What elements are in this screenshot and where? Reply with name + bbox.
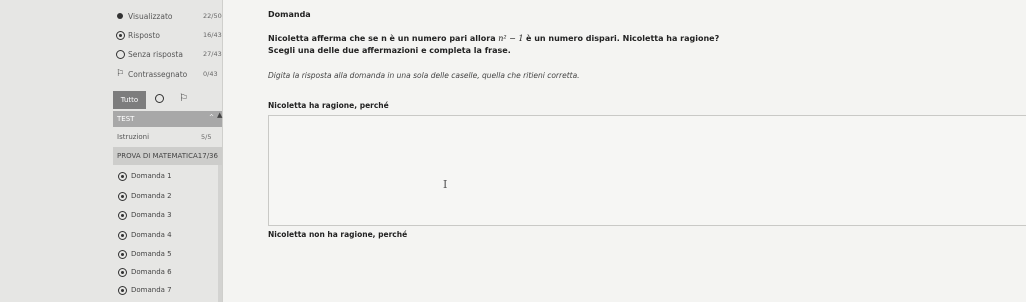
empty-dot-icon xyxy=(155,94,164,103)
answer-instruction: Digita la risposta alla domanda in una s… xyxy=(268,71,580,80)
question-item-6[interactable]: Domanda 6 xyxy=(113,263,222,281)
scroll-up-arrow-icon[interactable]: ▲ xyxy=(217,111,222,119)
question-item-5[interactable]: Domanda 5 xyxy=(113,245,222,263)
legend-unanswered-label: Senza risposta xyxy=(128,49,183,59)
question-item-label: Domanda 5 xyxy=(131,250,172,258)
question-item-label: Domanda 1 xyxy=(131,172,172,180)
legend-flagged-label: Contrassegnato xyxy=(128,69,188,79)
question-panel: Domanda Nicoletta afferma che se n è un … xyxy=(223,0,1026,302)
section-label: PROVA DI MATEMATICA17/36 xyxy=(117,152,218,160)
target-dot-icon xyxy=(118,191,127,201)
flag-icon: ⚐ xyxy=(179,93,188,104)
question-item-label: Domanda 3 xyxy=(131,211,172,219)
legend-viewed-count: 22/50 xyxy=(203,12,222,20)
text-cursor-icon: I xyxy=(443,178,448,191)
question-item-label: Domanda 4 xyxy=(131,231,172,239)
question-text: Nicoletta afferma che se n è un numero p… xyxy=(268,34,1008,43)
question-text-start: Nicoletta afferma che se n è un numero p… xyxy=(268,34,496,43)
empty-dot-icon xyxy=(115,49,125,59)
answer-agree-label: Nicoletta ha ragione, perché xyxy=(268,101,389,110)
question-item-7[interactable]: Domanda 7 xyxy=(113,281,222,299)
sidebar-scrollbar[interactable] xyxy=(218,165,222,302)
question-title: Domanda xyxy=(268,10,311,19)
legend-unanswered: Senza risposta 27/43 xyxy=(0,45,222,63)
legend-answered: Risposto 16/43 xyxy=(0,26,222,44)
question-text-end: è un numero dispari. Nicoletta ha ragion… xyxy=(525,34,720,43)
legend-answered-label: Risposto xyxy=(128,30,160,40)
filter-unanswered-button[interactable] xyxy=(155,94,164,103)
target-dot-icon xyxy=(118,249,127,259)
legend-unanswered-count: 27/43 xyxy=(203,50,222,58)
section-header[interactable]: PROVA DI MATEMATICA17/36 xyxy=(113,147,222,165)
question-item-4[interactable]: Domanda 4 xyxy=(113,226,222,244)
instructions-label: Istruzioni xyxy=(117,133,150,141)
question-math: n² − 1 xyxy=(498,34,524,43)
instructions-item[interactable]: Istruzioni 5/5 xyxy=(113,129,222,145)
target-dot-icon xyxy=(118,171,127,181)
question-item-3[interactable]: Domanda 3 xyxy=(113,206,222,224)
flag-icon: ⚐ xyxy=(115,68,125,79)
test-section-header[interactable]: TEST ^ xyxy=(113,111,222,127)
target-dot-icon xyxy=(118,230,127,240)
question-subtitle: Scegli una delle due affermazioni e comp… xyxy=(268,46,511,55)
filter-bar: Tutto ⚐ xyxy=(113,91,222,109)
legend-answered-count: 16/43 xyxy=(203,31,222,39)
legend-flagged-count: 0/43 xyxy=(203,70,218,78)
target-dot-icon xyxy=(118,267,127,277)
test-section-label: TEST xyxy=(117,115,135,123)
legend-viewed: Visualizzato 22/50 xyxy=(0,7,222,25)
instructions-count: 5/5 xyxy=(201,133,212,141)
question-item-label: Domanda 6 xyxy=(131,268,172,276)
target-dot-icon xyxy=(118,210,127,220)
question-navigator-sidebar: Visualizzato 22/50 Risposto 16/43 Senza … xyxy=(0,0,223,302)
legend-flagged: ⚐ Contrassegnato 0/43 xyxy=(0,65,222,83)
chevron-up-icon: ^ xyxy=(209,114,215,121)
question-item-label: Domanda 7 xyxy=(131,286,172,294)
target-dot-icon xyxy=(118,285,127,295)
filter-flagged-button[interactable]: ⚐ xyxy=(179,93,188,104)
target-dot-icon xyxy=(115,30,125,40)
answer-disagree-label: Nicoletta non ha ragione, perché xyxy=(268,230,408,239)
question-item-1[interactable]: Domanda 1 xyxy=(113,167,222,185)
legend-viewed-label: Visualizzato xyxy=(128,11,173,21)
filled-dot-icon xyxy=(115,11,125,21)
question-item-label: Domanda 2 xyxy=(131,192,172,200)
question-item-2[interactable]: Domanda 2 xyxy=(113,187,222,205)
filter-all-button[interactable]: Tutto xyxy=(113,91,146,109)
answer-agree-textarea[interactable] xyxy=(268,115,1026,226)
